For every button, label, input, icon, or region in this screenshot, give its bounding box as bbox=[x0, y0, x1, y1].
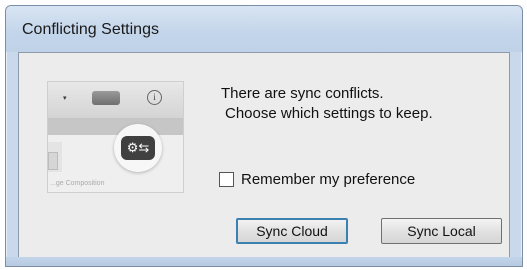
magnifier-circle: ⚙⇆ bbox=[114, 124, 162, 172]
info-icon: i bbox=[147, 90, 162, 105]
illustration-field bbox=[48, 152, 58, 170]
window-frame-bottom bbox=[6, 257, 522, 266]
illustration-band bbox=[48, 119, 183, 135]
illustration-caption: ...ge Composition bbox=[50, 180, 105, 187]
dialog-window: Conflicting Settings ▾ i ...ge Compositi… bbox=[5, 5, 523, 267]
illustration-button bbox=[92, 91, 120, 105]
message-line-1: There are sync conflicts. bbox=[221, 85, 384, 102]
sync-illustration: ▾ i ...ge Composition ⚙⇆ bbox=[47, 81, 184, 193]
window-title: Conflicting Settings bbox=[22, 21, 159, 38]
dropdown-arrow-icon: ▾ bbox=[63, 95, 67, 102]
title-bar[interactable]: Conflicting Settings bbox=[6, 6, 522, 52]
remember-preference-checkbox[interactable] bbox=[219, 172, 234, 187]
message-line-2: Choose which settings to keep. bbox=[225, 105, 433, 122]
dialog-body: ▾ i ...ge Composition ⚙⇆ There are sync … bbox=[18, 52, 510, 262]
sync-local-button[interactable]: Sync Local bbox=[381, 218, 502, 244]
sync-cloud-button[interactable]: Sync Cloud bbox=[236, 218, 348, 244]
remember-preference-label[interactable]: Remember my preference bbox=[241, 171, 415, 188]
sync-settings-icon: ⚙⇆ bbox=[121, 136, 155, 160]
